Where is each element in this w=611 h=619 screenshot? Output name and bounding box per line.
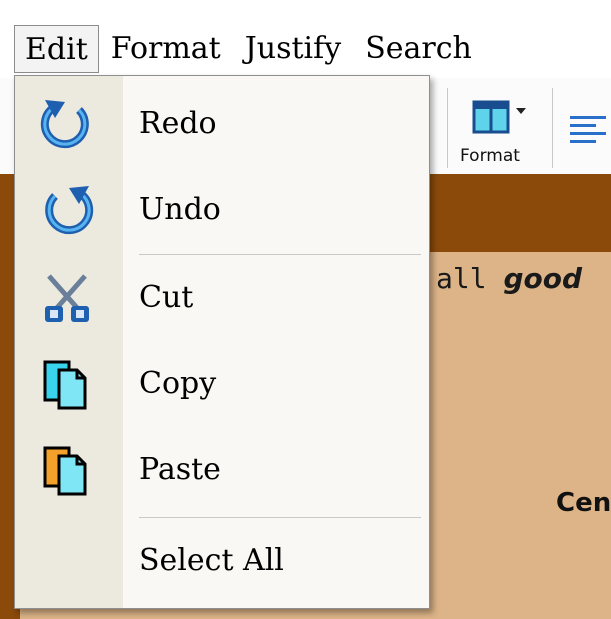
align-left-icon	[570, 116, 606, 143]
menu-justify[interactable]: Justify	[233, 25, 353, 73]
copy-icon	[39, 358, 95, 410]
menu-item-redo[interactable]: Redo	[15, 82, 429, 166]
menu-item-select-all-label: Select All	[139, 543, 284, 578]
menu-item-cut-label: Cut	[139, 280, 194, 315]
redo-icon	[39, 98, 95, 150]
menu-item-select-all[interactable]: Select All	[15, 519, 429, 603]
window-top-strip	[0, 0, 611, 21]
menu-item-paste[interactable]: Paste	[15, 428, 429, 512]
toolbar-separator	[552, 88, 553, 168]
undo-icon	[39, 184, 95, 236]
menu-item-copy[interactable]: Copy	[15, 342, 429, 426]
table-format-icon	[472, 100, 526, 134]
format-toolbar-button[interactable]: Format	[454, 92, 538, 172]
document-text-prefix: all	[436, 262, 504, 295]
document-center-text: Cen	[556, 488, 611, 518]
paste-icon	[39, 444, 95, 496]
menu-search[interactable]: Search	[353, 25, 484, 73]
menu-item-undo-label: Undo	[139, 192, 221, 227]
toolbar-separator	[447, 88, 448, 168]
cut-icon	[39, 272, 95, 324]
menu-separator	[139, 254, 421, 255]
align-left-button[interactable]	[568, 112, 608, 146]
menu-item-cut[interactable]: Cut	[15, 256, 429, 340]
menu-separator	[139, 517, 421, 518]
menu-item-redo-label: Redo	[139, 106, 217, 141]
menu-item-paste-label: Paste	[139, 452, 221, 487]
menu-format[interactable]: Format	[99, 25, 233, 73]
edit-menu-dropdown: Redo Undo Cut Copy Paste Select All	[14, 75, 430, 609]
menubar: Edit Format Justify Search	[0, 20, 611, 78]
menu-item-undo[interactable]: Undo	[15, 168, 429, 252]
document-text-emphasis: good	[503, 262, 582, 295]
document-text-line: all good	[436, 262, 582, 295]
menu-item-copy-label: Copy	[139, 366, 217, 401]
format-toolbar-label: Format	[460, 146, 520, 166]
menu-edit[interactable]: Edit	[14, 25, 99, 73]
